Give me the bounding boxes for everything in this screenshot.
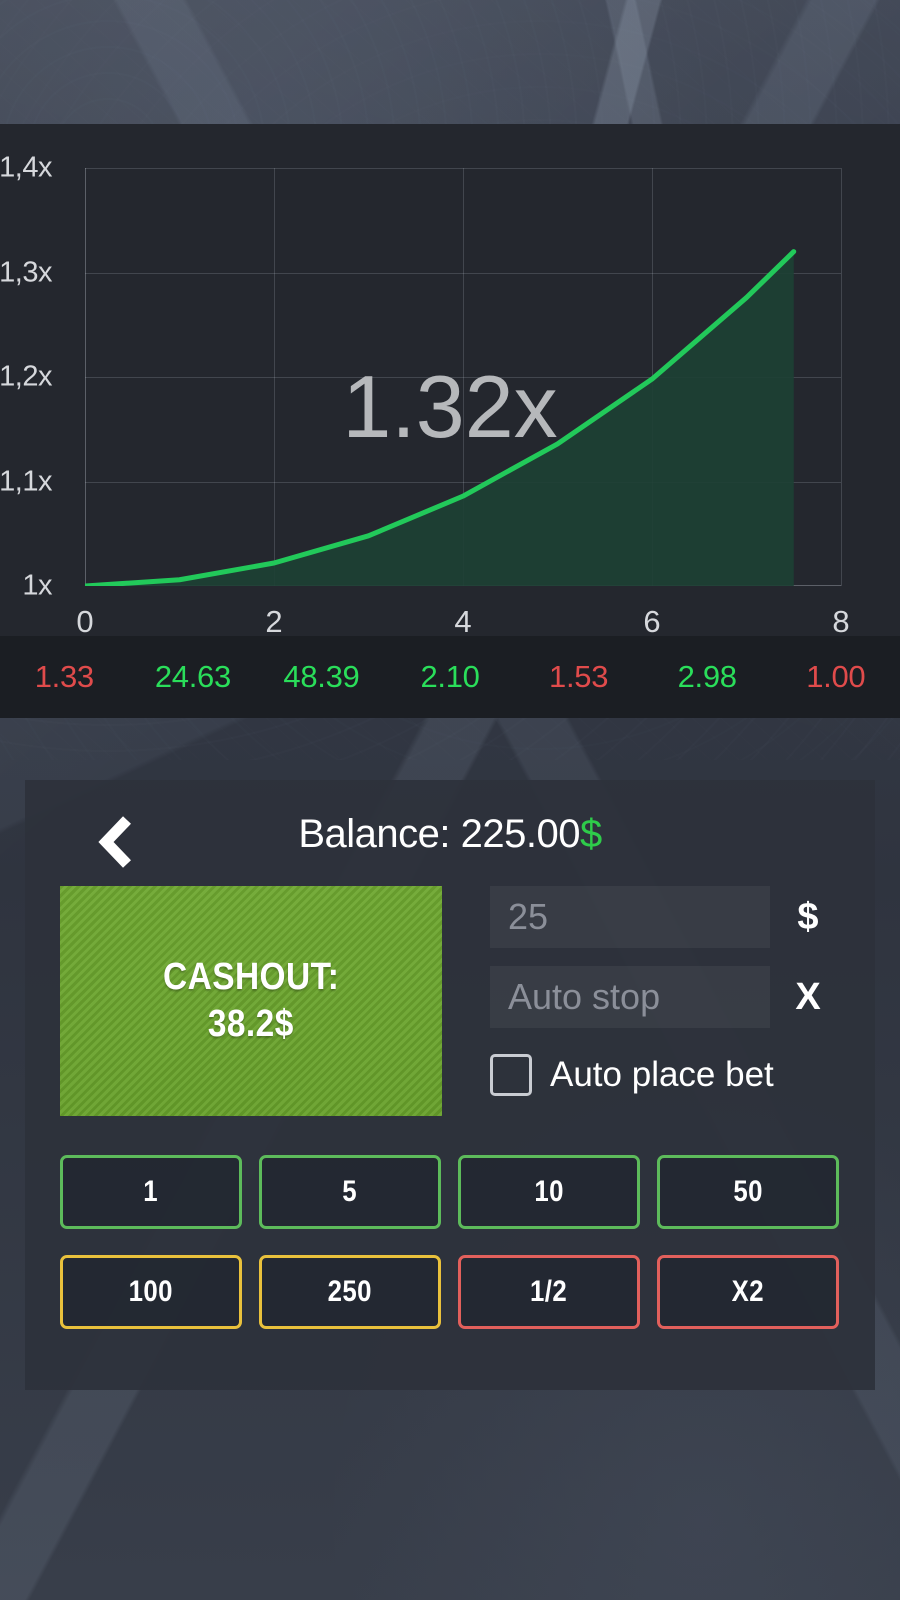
auto-stop-multiplier-icon: X <box>795 975 821 1018</box>
auto-stop-input[interactable]: Auto stop <box>490 966 770 1028</box>
cashout-label: CASHOUT: <box>162 955 340 998</box>
x-tick-label: 8 <box>832 604 850 639</box>
bet-amount-button-label: 10 <box>534 1175 564 1208</box>
bet-amount-button-label: 5 <box>342 1175 358 1208</box>
bet-amount-button-label: 250 <box>327 1275 373 1308</box>
bet-amount-button-label: X2 <box>731 1275 765 1308</box>
y-tick-label: 1,1x <box>0 465 53 497</box>
bet-amount-button[interactable]: 100 <box>60 1255 242 1329</box>
x-tick-label: 2 <box>265 604 283 639</box>
history-item: 24.63 <box>154 659 231 694</box>
bet-amount-button[interactable]: 1/2 <box>458 1255 640 1329</box>
history-item: 1.53 <box>549 659 609 694</box>
balance-currency: $ <box>579 812 602 856</box>
history-item: 48.39 <box>283 659 360 694</box>
round-history: 1.33 24.63 48.39 2.10 1.53 2.98 1.00 <box>0 636 900 718</box>
history-item: 2.10 <box>420 659 480 694</box>
bet-amount-row: 25 $ <box>490 886 870 948</box>
crash-chart: 1.32x 1x 1,1x 1,2x 1,3x 1,4x 0 2 4 6 8 <box>0 124 900 718</box>
y-tick-label: 1,2x <box>0 360 53 393</box>
panel-header: Balance: 225.00$ <box>25 802 875 880</box>
y-tick-label: 1x <box>22 569 52 602</box>
x-tick-label: 4 <box>454 604 472 639</box>
bet-amount-button-label: 1/2 <box>530 1275 568 1308</box>
balance-display: Balance: 225.00$ <box>25 812 875 857</box>
auto-place-bet-checkbox[interactable] <box>490 1054 532 1096</box>
bet-amount-input[interactable]: 25 <box>490 886 770 948</box>
history-item: 1.00 <box>806 659 866 694</box>
auto-place-bet-row[interactable]: Auto place bet <box>490 1048 870 1102</box>
y-tick-label: 1,4x <box>0 151 53 184</box>
bet-amount-button[interactable]: 250 <box>259 1255 441 1329</box>
bet-amount-button[interactable]: 5 <box>259 1155 441 1229</box>
bet-amount-button[interactable]: 1 <box>60 1155 242 1229</box>
auto-stop-row: Auto stop X <box>490 966 870 1028</box>
current-multiplier: 1.32x <box>342 357 558 456</box>
auto-place-bet-label: Auto place bet <box>550 1055 774 1094</box>
bet-amount-button[interactable]: 50 <box>657 1155 839 1229</box>
bet-amount-button-label: 50 <box>733 1175 763 1208</box>
bet-panel: Balance: 225.00$ CASHOUT: 38.2$ 25 $ Aut… <box>25 780 875 1390</box>
bet-amount-button-label: 1 <box>143 1175 159 1208</box>
cashout-button[interactable]: CASHOUT: 38.2$ <box>60 886 442 1116</box>
x-tick-label: 6 <box>643 604 661 639</box>
y-tick-label: 1,3x <box>0 256 53 288</box>
x-tick-label: 0 <box>76 604 94 639</box>
bet-amount-button[interactable]: X2 <box>657 1255 839 1329</box>
bet-amount-button[interactable]: 10 <box>458 1155 640 1229</box>
bet-amount-button-label: 100 <box>128 1275 174 1308</box>
history-item: 1.33 <box>34 659 94 694</box>
bet-amount-buttons: 1 5 10 50 100 250 1/2 X2 <box>60 1155 840 1330</box>
balance-amount: Balance: 225.00 <box>298 812 580 856</box>
history-item: 2.98 <box>677 659 737 694</box>
cashout-amount: 38.2$ <box>208 1003 294 1045</box>
bet-amount-currency-icon: $ <box>797 895 819 938</box>
